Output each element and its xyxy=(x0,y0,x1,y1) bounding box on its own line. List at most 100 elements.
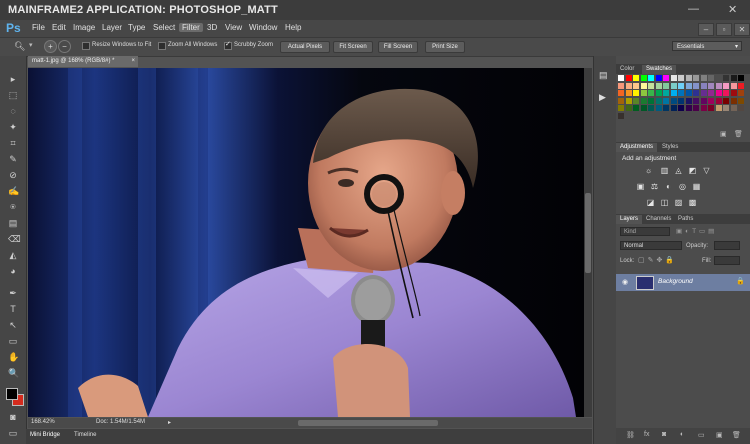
swatch[interactable] xyxy=(700,75,707,81)
tab-channels[interactable]: Channels xyxy=(642,215,675,224)
swatch[interactable] xyxy=(640,90,647,96)
swatch[interactable] xyxy=(693,75,699,81)
swatch[interactable] xyxy=(685,97,692,104)
swatch[interactable] xyxy=(655,90,662,96)
swatch[interactable] xyxy=(648,105,654,111)
horizontal-scrollbar-thumb[interactable] xyxy=(298,420,438,426)
fx-icon[interactable]: fx xyxy=(644,431,649,438)
swatch[interactable] xyxy=(655,105,662,111)
swatch[interactable] xyxy=(738,75,744,81)
swatch[interactable] xyxy=(633,82,639,89)
menu-image[interactable]: Image xyxy=(73,23,95,32)
hand-tool-icon[interactable]: ✋ xyxy=(8,352,19,362)
menu-select[interactable]: Select xyxy=(153,23,175,32)
move-tool-icon[interactable]: ▸ xyxy=(8,74,18,84)
swatch[interactable] xyxy=(640,97,647,104)
zoom-tool-icon[interactable]: 🔍 xyxy=(8,368,19,378)
swatch[interactable] xyxy=(708,97,714,104)
close-tab-icon[interactable]: × xyxy=(131,56,135,67)
swatch[interactable] xyxy=(618,97,624,104)
swatch[interactable] xyxy=(618,112,624,119)
swatch[interactable] xyxy=(738,90,744,96)
zoom-all-checkbox[interactable] xyxy=(158,42,166,50)
zoom-tool-icon[interactable]: 🔍︎ xyxy=(14,41,25,52)
vertical-scrollbar[interactable] xyxy=(584,68,592,417)
brush-tool-icon[interactable]: ✍ xyxy=(8,186,19,196)
blend-mode-select[interactable]: Normal xyxy=(620,241,682,250)
menu-file[interactable]: File xyxy=(32,23,45,32)
swatch[interactable] xyxy=(723,75,729,81)
swatch[interactable] xyxy=(730,90,737,96)
chevron-down-icon[interactable]: ▾ xyxy=(29,41,33,49)
marquee-tool-icon[interactable]: ⬚ xyxy=(8,90,18,100)
posterize-icon[interactable]: ◫ xyxy=(660,198,669,207)
swatch[interactable] xyxy=(685,90,692,96)
swatch[interactable] xyxy=(693,90,699,96)
swatch[interactable] xyxy=(700,97,707,104)
swatch[interactable] xyxy=(715,90,722,96)
swatch[interactable] xyxy=(625,90,632,96)
swatch[interactable] xyxy=(730,105,737,111)
swatch[interactable] xyxy=(663,97,669,104)
swatch[interactable] xyxy=(640,105,647,111)
eyedropper-tool-icon[interactable]: ✎ xyxy=(8,154,18,164)
tab-timeline[interactable]: Timeline xyxy=(74,432,96,438)
menu-edit[interactable]: Edit xyxy=(52,23,66,32)
swatch[interactable] xyxy=(655,97,662,104)
tab-paths[interactable]: Paths xyxy=(674,215,697,224)
brightness-icon[interactable]: ☼ xyxy=(644,166,653,175)
swatch[interactable] xyxy=(723,105,729,111)
swatch[interactable] xyxy=(700,105,707,111)
filter-icons[interactable]: ▣◐T▭▤ xyxy=(676,227,717,235)
workspace-select[interactable]: Essentials ▾ xyxy=(672,41,742,51)
swatch[interactable] xyxy=(670,105,677,111)
channel-mixer-icon[interactable]: ▦ xyxy=(692,182,701,191)
swatch[interactable] xyxy=(678,75,684,81)
actions-icon[interactable]: ▶ xyxy=(599,92,606,103)
swatch[interactable] xyxy=(648,82,654,89)
new-layer-icon[interactable]: ▣ xyxy=(716,431,723,439)
swatch[interactable] xyxy=(678,90,684,96)
swatch[interactable] xyxy=(693,82,699,89)
fill-field[interactable] xyxy=(714,256,740,265)
fit-screen-button[interactable]: Fit Screen xyxy=(333,41,373,53)
swatch[interactable] xyxy=(670,90,677,96)
screen-mode-icon[interactable]: ▭ xyxy=(8,428,18,438)
color-balance-icon[interactable]: ⚖ xyxy=(650,182,659,191)
scrubby-zoom-checkbox[interactable] xyxy=(224,40,232,50)
healing-brush-tool-icon[interactable]: ⊘ xyxy=(8,170,18,180)
swatch[interactable] xyxy=(708,90,714,96)
print-size-button[interactable]: Print Size xyxy=(425,41,465,53)
eraser-tool-icon[interactable]: ⌫ xyxy=(8,234,21,244)
swatch[interactable] xyxy=(618,75,624,81)
swatch[interactable] xyxy=(625,82,632,89)
swatch[interactable] xyxy=(633,97,639,104)
swatch[interactable] xyxy=(708,75,714,81)
zoom-level[interactable]: 168.42% xyxy=(31,419,55,425)
quick-select-tool-icon[interactable]: ✦ xyxy=(8,122,18,132)
swatch[interactable] xyxy=(723,90,729,96)
swatch[interactable] xyxy=(715,82,722,89)
black-white-icon[interactable]: ◐ xyxy=(664,182,673,191)
swatch[interactable] xyxy=(670,75,677,81)
add-mask-icon[interactable]: ◙ xyxy=(662,431,666,438)
swatch[interactable] xyxy=(663,105,669,111)
swatch[interactable] xyxy=(715,75,722,81)
layer-name[interactable]: Background xyxy=(658,278,693,285)
type-tool-icon[interactable]: T xyxy=(8,304,18,314)
threshold-icon[interactable]: ▨ xyxy=(674,198,683,207)
opacity-field[interactable] xyxy=(714,241,740,250)
swatch[interactable] xyxy=(715,105,722,111)
swatch[interactable] xyxy=(633,75,639,81)
swatch[interactable] xyxy=(625,105,632,111)
swatch[interactable] xyxy=(655,75,662,81)
swatch[interactable] xyxy=(685,105,692,111)
menu-layer[interactable]: Layer xyxy=(102,23,122,32)
menu-filter[interactable]: Filter xyxy=(179,23,203,32)
swatch[interactable] xyxy=(663,75,669,81)
tab-adjustments[interactable]: Adjustments xyxy=(616,143,658,152)
swatch[interactable] xyxy=(700,82,707,89)
restore-doc-button[interactable]: ▫ xyxy=(716,23,732,36)
new-swatch-icon[interactable]: ▣ xyxy=(720,130,727,138)
swatch[interactable] xyxy=(648,97,654,104)
